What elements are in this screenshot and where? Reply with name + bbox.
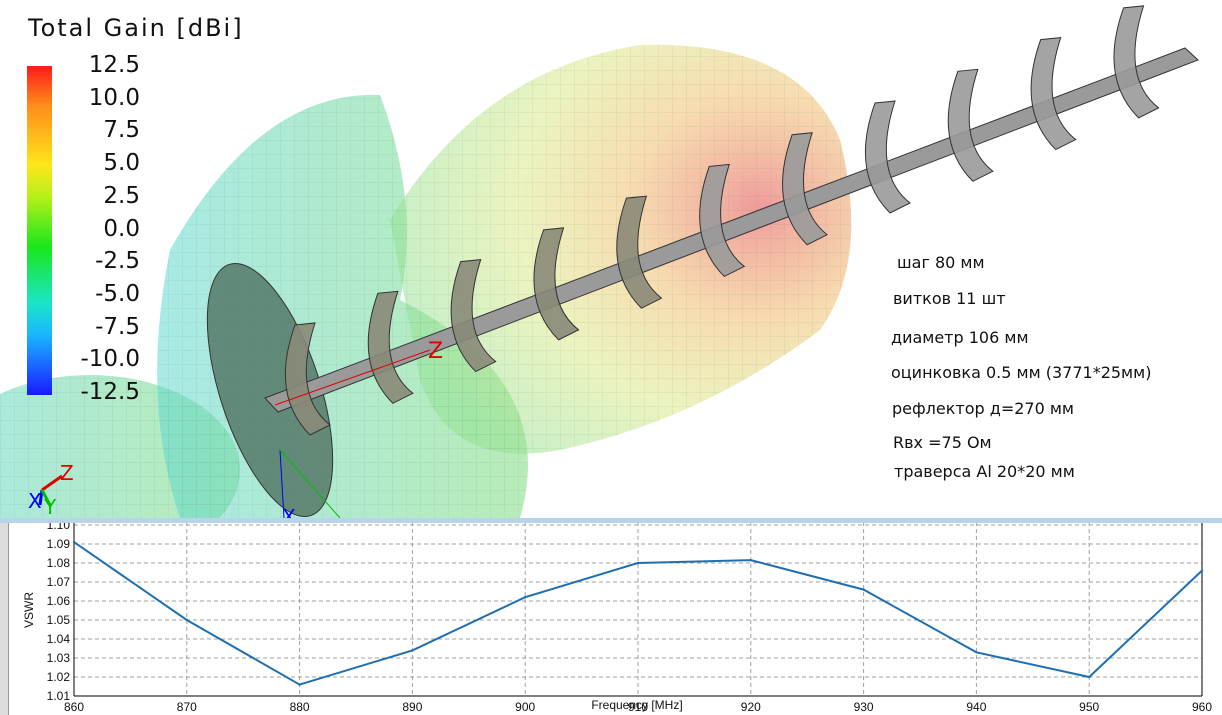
x-tick-label: 870	[177, 700, 197, 714]
y-tick-label: 1.08	[47, 556, 71, 570]
y-tick-label: 1.03	[47, 651, 71, 665]
x-tick-label: 940	[966, 700, 986, 714]
y-tick-label: 1.09	[47, 537, 71, 551]
vswr-chart: 860 870 880 890 900 910 920 930 940 950 9601.011.0…	[0, 518, 1222, 714]
y-tick-label: 1.06	[47, 594, 71, 608]
x-tick-label: 960	[1192, 700, 1212, 714]
y-tick-label: 1.04	[47, 632, 71, 646]
y-tick-label: 1.05	[47, 613, 71, 627]
x-tick-label: 880	[290, 700, 310, 714]
y-tick-label: 1.02	[47, 670, 71, 684]
x-tick-label: 900	[515, 700, 535, 714]
x-tick-label: 930	[854, 700, 874, 714]
x-tick-label: 950	[1079, 700, 1099, 714]
x-tick-label: 920	[741, 700, 761, 714]
x-axis-title: Frequency [MHz]	[591, 698, 682, 712]
x-tick-label: 890	[402, 700, 422, 714]
y-axis-title: VSWR	[22, 592, 36, 628]
y-tick-label: 1.07	[47, 575, 71, 589]
y-tick-label: 1.01	[47, 689, 71, 703]
